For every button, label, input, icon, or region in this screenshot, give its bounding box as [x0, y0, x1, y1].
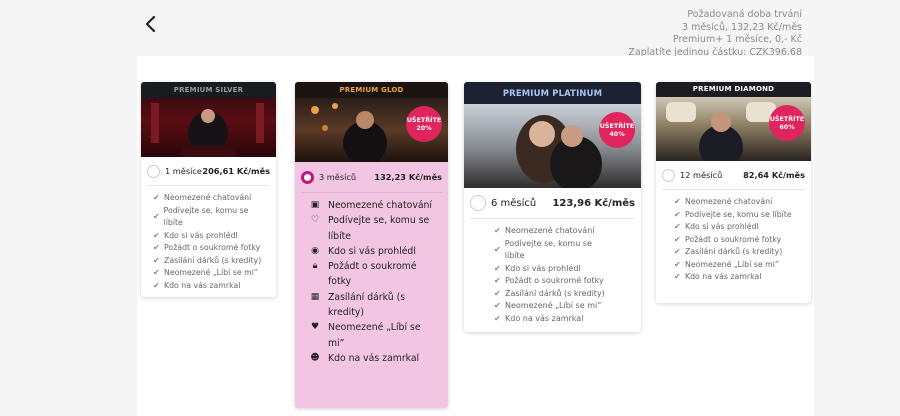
- feature-item: ✔ Zasílání dárků (s kredity): [153, 255, 264, 268]
- order-summary: Požadovaná doba trvání 3 měsíců, 132,23 …: [628, 9, 802, 59]
- check-icon: ✔: [674, 247, 681, 256]
- check-icon: ✔: [153, 230, 160, 240]
- feature-item: ✔ Kdo na vás zamrkal: [494, 313, 611, 326]
- check-icon: ✔: [494, 226, 501, 235]
- feature-item: ✔ Neomezené chatování: [494, 225, 611, 238]
- plan-period-option[interactable]: 12 měsíců 82,64 Kč/měs: [656, 161, 811, 189]
- check-icon: ✔: [153, 211, 160, 221]
- check-icon: ✔: [674, 222, 681, 231]
- feature-item: ✔ Podívejte se, komu se líbíte: [494, 238, 592, 261]
- feature-item: ✔ Zasílání dárků (s kredity): [674, 246, 793, 259]
- discount-badge: UŠETŘÍTE 40%: [599, 112, 635, 148]
- feature-item: ✔ Neomezené chatování: [153, 192, 264, 205]
- feature-item: ▦ Zasílání dárků (s kredity): [310, 291, 406, 319]
- radio-button[interactable]: [147, 164, 160, 178]
- feature-list: ✔ Neomezené chatování ✔ Podívejte se, komu…: [656, 190, 811, 284]
- feature-item: ✔ Podívejte se, komu se líbíte: [674, 209, 793, 222]
- plan-period-option[interactable]: 3 měsíců 132,23 Kč/měs: [295, 162, 448, 192]
- plan-card-diamond[interactable]: PREMIUM DIAMOND UŠETŘÍTE 60% 12 měsíců 8…: [656, 82, 811, 303]
- plan-price: 123,96 Kč/měs: [552, 197, 635, 209]
- check-icon: ✔: [153, 255, 160, 265]
- plan-title: PREMIUM GLOD: [295, 82, 448, 98]
- plan-period: 6 měsíců: [491, 197, 537, 209]
- check-icon: ✔: [494, 288, 501, 298]
- plan-card-platinum[interactable]: PREMIUM PLATINUM UŠETŘÍTE 40% 6 měsíců 1…: [464, 82, 641, 332]
- back-arrow-icon[interactable]: [141, 14, 161, 34]
- check-icon: ✔: [494, 263, 501, 273]
- discount-badge: UŠETŘÍTE 60%: [769, 105, 805, 141]
- plan-period: 12 měsíců: [680, 170, 723, 180]
- feature-item: ✔ Zasílání dárků (s kredity): [494, 288, 611, 301]
- plan-image: UŠETŘÍTE 60%: [656, 97, 811, 161]
- check-icon: ✔: [494, 301, 501, 310]
- feature-list: ▣ Neomezené chatování ♡ Podívejte se, komu…: [295, 193, 448, 366]
- feature-item: ✔ Podívejte se, komu se líbíte: [153, 205, 249, 228]
- feature-item: ✔ Neomezené „Líbí se mi”: [674, 259, 793, 272]
- check-icon: ✔: [153, 268, 160, 277]
- check-icon: ✔: [674, 259, 681, 269]
- check-icon: ✔: [153, 243, 160, 252]
- check-icon: ✔: [153, 193, 160, 202]
- summary-duration-value: 3 měsíců, 132,23 Kč/měs: [682, 21, 802, 33]
- plan-title: PREMIUM PLATINUM: [464, 82, 641, 104]
- feature-item: ✔ Kdo na vás zamrkal: [153, 280, 264, 293]
- heart-outline-icon: ♡: [310, 215, 320, 226]
- plan-price: 132,23 Kč/měs: [374, 172, 442, 182]
- plan-image: UŠETŘÍTE 40%: [464, 104, 641, 188]
- feature-item: ◉ Kdo si vás prohlédl: [309, 244, 436, 259]
- feature-list: ✔ Neomezené chatování ✔ Podívejte se, komu…: [141, 186, 276, 292]
- feature-item: ☻ Kdo na vás zamrkal: [309, 351, 436, 366]
- feature-item: ✔ Kdo si vás prohlédl: [153, 230, 264, 243]
- check-icon: ✔: [674, 234, 681, 244]
- feature-item: ✔ Požádt o soukromé fotky: [153, 242, 264, 255]
- feature-item: 🔒︎ Požádt o soukromé fotky: [309, 259, 436, 290]
- radio-button-selected[interactable]: [301, 170, 314, 184]
- feature-item: ✔ Požádt o soukromé fotky: [494, 275, 611, 288]
- feature-item: ♡ Podívejte se, komu se líbíte: [310, 215, 430, 242]
- plan-title: PREMIUM SILVER: [141, 82, 276, 98]
- summary-duration-label: Požadovaná doba trvání: [687, 9, 802, 20]
- plan-period: 3 měsíců: [319, 172, 357, 182]
- feature-item: ▣ Neomezené chatování: [309, 198, 436, 213]
- feature-list: ✔ Neomezené chatování ✔ Podívejte se, komu…: [464, 219, 641, 325]
- feature-item: ✔ Kdo si vás prohlédl: [674, 221, 793, 234]
- chat-icon: ▣: [310, 200, 320, 210]
- eye-icon: ◉: [311, 245, 319, 256]
- radio-button[interactable]: [470, 195, 486, 211]
- feature-item: ✔ Neomezené „Líbí se mi”: [153, 267, 264, 280]
- feature-item: ♥ Neomezené „Líbí se mi”: [310, 322, 421, 349]
- feature-item: ✔ Kdo si vás prohlédl: [494, 263, 611, 276]
- check-icon: ✔: [494, 276, 501, 285]
- plan-period: 1 měsíce: [165, 166, 202, 176]
- check-icon: ✔: [153, 280, 160, 290]
- check-icon: ✔: [494, 244, 501, 254]
- feature-item: ✔ Neomezené „Líbí se mi”: [494, 300, 611, 313]
- plan-title: PREMIUM DIAMOND: [656, 82, 811, 97]
- lock-icon: 🔒︎: [312, 261, 318, 272]
- gift-icon: ▦: [310, 291, 320, 302]
- check-icon: ✔: [494, 313, 501, 323]
- wink-icon: ☻: [310, 352, 320, 363]
- check-icon: ✔: [674, 197, 681, 206]
- check-icon: ✔: [674, 209, 681, 219]
- check-icon: ✔: [674, 272, 681, 281]
- feature-item: ✔ Požádt o soukromé fotky: [674, 234, 793, 247]
- plan-period-option[interactable]: 6 měsíců 123,96 Kč/měs: [464, 188, 641, 218]
- plan-price: 82,64 Kč/měs: [743, 170, 805, 180]
- plan-price: 206,61 Kč/měs: [202, 166, 270, 176]
- discount-badge: UŠETŘÍTE 20%: [406, 106, 442, 142]
- heart-icon: ♥: [310, 322, 320, 333]
- plan-period-option[interactable]: 1 měsíce 206,61 Kč/měs: [141, 157, 276, 185]
- plan-image: UŠETŘÍTE 20%: [295, 98, 448, 162]
- summary-premium-plus: Premium+ 1 měsíce, 0,- Kč: [672, 34, 802, 45]
- feature-item: ✔ Kdo na vás zamrkal: [674, 271, 793, 284]
- plan-card-silver[interactable]: PREMIUM SILVER 1 měsíce 206,61 Kč/měs ✔ N…: [141, 82, 276, 297]
- feature-item: ✔ Neomezené chatování: [674, 196, 793, 209]
- plan-card-gold[interactable]: PREMIUM GLOD UŠETŘÍTE 20% 3 měsíců 132,2…: [295, 82, 448, 408]
- radio-button[interactable]: [662, 168, 675, 182]
- plan-image: [141, 98, 276, 157]
